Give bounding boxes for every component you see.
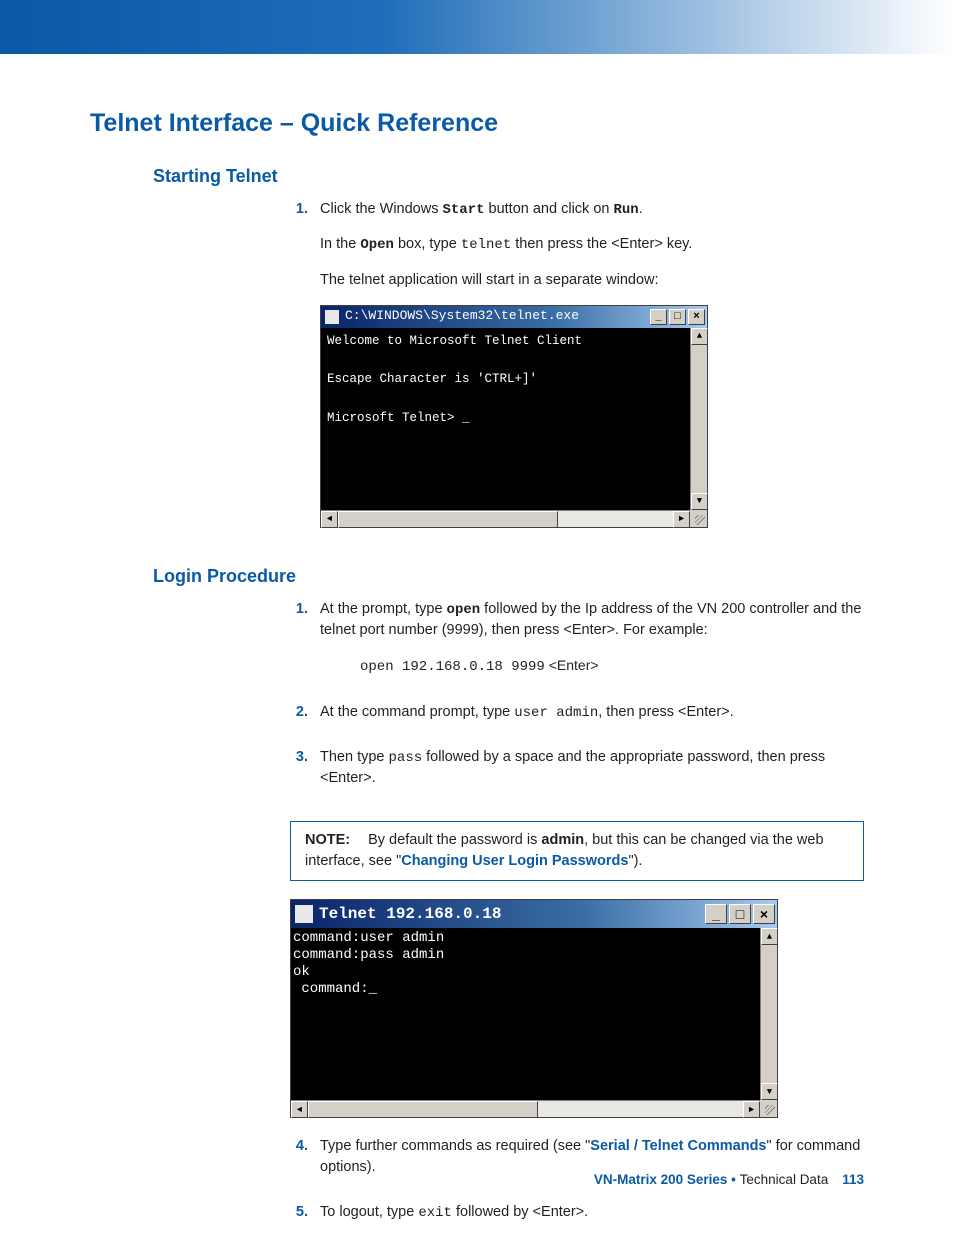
- section-heading-starting-telnet: Starting Telnet: [153, 166, 864, 187]
- note-box: NOTE:By default the password is admin, b…: [290, 821, 864, 881]
- step-number: 5.: [290, 1202, 308, 1237]
- horizontal-scrollbar[interactable]: ◄ ►: [291, 1100, 760, 1117]
- page-number: 113: [842, 1172, 864, 1187]
- scroll-right-icon[interactable]: ►: [743, 1101, 760, 1118]
- scroll-down-icon[interactable]: ▼: [691, 493, 708, 510]
- minimize-button[interactable]: _: [650, 309, 667, 325]
- close-button[interactable]: ×: [753, 904, 775, 924]
- login-step-1: 1. At the prompt, type open followed by …: [290, 599, 864, 692]
- maximize-button[interactable]: □: [669, 309, 686, 325]
- minimize-button[interactable]: _: [705, 904, 727, 924]
- step-1: 1. Click the Windows Start button and cl…: [290, 199, 864, 546]
- scroll-left-icon[interactable]: ◄: [321, 511, 338, 528]
- vertical-scrollbar[interactable]: ▲ ▼: [690, 328, 707, 510]
- step-number: 1.: [290, 599, 308, 692]
- resize-grip-icon[interactable]: [760, 1100, 777, 1117]
- login-step-3-text: Then type pass followed by a space and t…: [320, 747, 864, 789]
- vertical-scrollbar[interactable]: ▲ ▼: [760, 928, 777, 1100]
- maximize-button[interactable]: □: [729, 904, 751, 924]
- close-button[interactable]: ×: [688, 309, 705, 325]
- login-step-2-text: At the command prompt, type user admin, …: [320, 702, 864, 723]
- console1-title: C:\WINDOWS\System32\telnet.exe: [345, 307, 650, 326]
- page-title: Telnet Interface – Quick Reference: [90, 109, 864, 138]
- step-number: 1.: [290, 199, 308, 546]
- step-number: 2.: [290, 702, 308, 737]
- console2-body[interactable]: command:user admin command:pass admin ok…: [291, 928, 760, 1100]
- step-1-para3: The telnet application will start in a s…: [320, 270, 864, 291]
- scroll-left-icon[interactable]: ◄: [291, 1101, 308, 1118]
- step-number: 3.: [290, 747, 308, 803]
- step-1-para2: In the Open box, type telnet then press …: [320, 234, 864, 255]
- console2-title: Telnet 192.168.0.18: [319, 905, 705, 923]
- link-changing-passwords[interactable]: Changing User Login Passwords: [401, 853, 628, 869]
- footer-section: Technical Data: [740, 1172, 829, 1187]
- console1-titlebar[interactable]: C:\WINDOWS\System32\telnet.exe _ □ ×: [321, 306, 707, 328]
- login-step-5: 5. To logout, type exit followed by <Ent…: [290, 1202, 864, 1237]
- step-number: 4.: [290, 1136, 308, 1192]
- scroll-right-icon[interactable]: ►: [673, 511, 690, 528]
- scroll-thumb[interactable]: [338, 511, 558, 528]
- link-serial-telnet-commands[interactable]: Serial / Telnet Commands: [590, 1138, 766, 1154]
- telnet-console-1: C:\WINDOWS\System32\telnet.exe _ □ × Wel…: [320, 305, 708, 528]
- scroll-track[interactable]: [558, 511, 673, 527]
- page-footer: VN-Matrix 200 Series • Technical Data113: [594, 1172, 864, 1187]
- login-step-1-text: At the prompt, type open followed by the…: [320, 599, 864, 641]
- section-heading-login-procedure: Login Procedure: [153, 566, 864, 587]
- login-step-2: 2. At the command prompt, type user admi…: [290, 702, 864, 737]
- login-step-3: 3. Then type pass followed by a space an…: [290, 747, 864, 803]
- scroll-down-icon[interactable]: ▼: [761, 1083, 778, 1100]
- scroll-track[interactable]: [538, 1101, 743, 1117]
- horizontal-scrollbar[interactable]: ◄ ►: [321, 510, 690, 527]
- console2-titlebar[interactable]: Telnet 192.168.0.18 _ □ ×: [291, 900, 777, 928]
- scroll-up-icon[interactable]: ▲: [691, 328, 708, 345]
- app-icon: [325, 310, 339, 324]
- step-1-text: Click the Windows Start button and click…: [320, 199, 864, 220]
- note-label: NOTE:: [305, 832, 350, 848]
- telnet-console-2: Telnet 192.168.0.18 _ □ × command:user a…: [290, 899, 778, 1118]
- login-step-5-text: To logout, type exit followed by <Enter>…: [320, 1202, 864, 1223]
- scroll-up-icon[interactable]: ▲: [761, 928, 778, 945]
- scroll-thumb[interactable]: [308, 1101, 538, 1118]
- app-icon: [295, 905, 313, 923]
- page-top-bar: [0, 0, 954, 54]
- console1-body[interactable]: Welcome to Microsoft Telnet Client Escap…: [321, 328, 690, 510]
- login-step-1-code: open 192.168.0.18 9999 <Enter>: [360, 655, 864, 677]
- footer-product: VN-Matrix 200 Series: [594, 1172, 728, 1187]
- resize-grip-icon[interactable]: [690, 510, 707, 527]
